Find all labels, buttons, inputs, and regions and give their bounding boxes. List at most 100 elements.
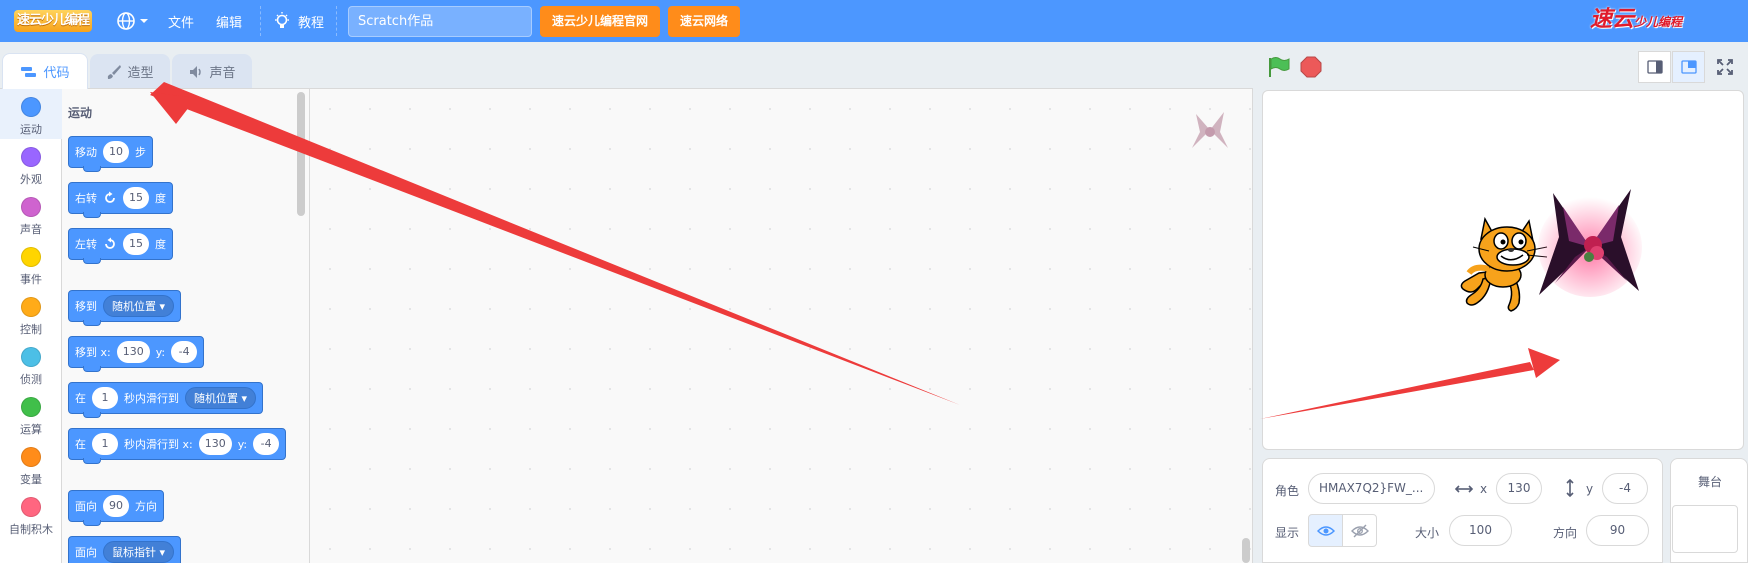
block-goto-xy[interactable]: 移到 x: 130 y: -4 [68, 336, 205, 372]
category-sound[interactable]: 声音 [0, 189, 62, 239]
block-text: 右转 [75, 192, 97, 205]
category-events[interactable]: 事件 [0, 239, 62, 289]
tab-costumes[interactable]: 造型 [90, 54, 170, 88]
edit-menu[interactable]: 编辑 [216, 0, 242, 42]
category-control[interactable]: 控制 [0, 289, 62, 339]
small-stage-button[interactable] [1638, 51, 1671, 83]
block-point-towards[interactable]: 面向 鼠标指针 ▾ [68, 536, 182, 563]
block-text: 左转 [75, 238, 97, 251]
category-sensing[interactable]: 侦测 [0, 339, 62, 389]
block-goto[interactable]: 移到 随机位置 ▾ [68, 290, 182, 326]
block-input[interactable]: 15 [123, 233, 149, 255]
category-looks[interactable]: 外观 [0, 139, 62, 189]
block-glide-xy[interactable]: 在 1 秒内滑行到 x: 130 y: -4 [68, 428, 287, 464]
project-title-input[interactable]: Scratch作品 [348, 6, 532, 37]
brush-icon [108, 64, 122, 79]
category-sensing-dot [21, 347, 41, 367]
size-input[interactable]: 100 [1449, 515, 1512, 546]
block-turn-right[interactable]: 右转 15 度 [68, 182, 173, 218]
speaker-icon [190, 65, 202, 78]
block-input-x[interactable]: 130 [198, 433, 232, 455]
butterfly-sprite[interactable] [1535, 187, 1645, 299]
category-label: 运动 [20, 123, 42, 136]
sprite-name-input[interactable]: HMAX7Q2}FW_... [1308, 473, 1435, 504]
block-text: 移到 [75, 300, 97, 313]
y-input[interactable]: -4 [1602, 473, 1648, 504]
network-button[interactable]: 速云网络 [668, 6, 740, 37]
menu-divider [260, 6, 261, 36]
editor-tabs: 代码 造型 声音 [0, 42, 260, 89]
category-looks-dot [21, 147, 41, 167]
category-variables[interactable]: 变量 [0, 439, 62, 489]
code-workspace[interactable] [310, 88, 1253, 563]
category-label: 控制 [20, 323, 42, 336]
official-site-button[interactable]: 速云少儿编程官网 [540, 6, 660, 37]
block-input-x[interactable]: 130 [116, 341, 150, 363]
category-label: 自制积木 [9, 523, 53, 536]
fullscreen-icon [1716, 59, 1733, 75]
block-input-y[interactable]: -4 [253, 433, 280, 455]
block-text: 移到 x: [75, 346, 111, 359]
tutorial-menu[interactable]: 教程 [272, 0, 324, 42]
y-label: y [1586, 482, 1594, 496]
normal-stage-icon [1680, 60, 1697, 74]
show-sprite-button[interactable] [1308, 514, 1343, 547]
category-my-blocks[interactable]: 自制积木 [0, 489, 62, 539]
block-point-direction[interactable]: 面向 90 方向 [68, 490, 164, 526]
block-input[interactable]: 1 [92, 433, 118, 455]
brand-logo: 速云少儿编程 [1590, 2, 1720, 38]
block-input[interactable]: 15 [123, 187, 149, 209]
category-motion-dot [21, 97, 41, 117]
block-text: 在 [75, 438, 86, 451]
workspace-sprite-watermark [1192, 112, 1228, 148]
globe-icon [117, 12, 135, 30]
lightbulb-icon [275, 12, 289, 28]
stage[interactable] [1262, 90, 1744, 450]
code-icon [21, 66, 37, 77]
category-motion[interactable]: 运动 [0, 89, 62, 139]
block-text: 面向 [75, 546, 97, 559]
tab-code[interactable]: 代码 [2, 53, 88, 89]
rotate-left-icon [105, 237, 115, 249]
direction-input[interactable]: 90 [1586, 515, 1649, 546]
block-turn-left[interactable]: 左转 15 度 [68, 228, 173, 264]
block-text: 秒内滑行到 [124, 392, 179, 405]
category-menu: 运动 外观 声音 事件 控制 侦测 运算 变量 自制积木 [0, 88, 62, 563]
stop-icon[interactable] [1300, 56, 1322, 78]
category-operators[interactable]: 运算 [0, 389, 62, 439]
tab-costumes-label: 造型 [127, 66, 154, 81]
block-input[interactable]: 10 [103, 141, 129, 163]
fullscreen-button[interactable] [1708, 51, 1741, 83]
block-dropdown[interactable]: 鼠标指针 ▾ [103, 541, 175, 563]
direction-label: 方向 [1553, 526, 1578, 540]
block-dropdown[interactable]: 随机位置 ▾ [103, 295, 175, 317]
tutorial-label: 教程 [298, 15, 325, 31]
block-text: 方向 [135, 500, 157, 513]
block-text: 秒内滑行到 x: [124, 438, 193, 451]
file-menu[interactable]: 文件 [168, 0, 194, 42]
category-my-blocks-dot [21, 497, 41, 517]
size-label: 大小 [1415, 526, 1440, 540]
menu-bar: 速云少儿编程 文件 编辑 教程 Scratch作品 速云少儿编程官网 速云网络 … [0, 0, 1748, 42]
block-input[interactable]: 90 [103, 495, 129, 517]
language-menu[interactable] [116, 0, 149, 42]
block-dropdown-value: 鼠标指针 [112, 546, 156, 559]
palette-scrollbar[interactable] [297, 92, 305, 216]
block-dropdown[interactable]: 随机位置 ▾ [185, 387, 257, 409]
green-flag-icon[interactable] [1266, 56, 1292, 78]
x-input[interactable]: 130 [1496, 473, 1542, 504]
stage-thumbnail[interactable] [1672, 505, 1738, 553]
tab-sounds[interactable]: 声音 [172, 54, 252, 88]
block-glide[interactable]: 在 1 秒内滑行到 随机位置 ▾ [68, 382, 264, 418]
x-position-icon [1454, 485, 1474, 493]
category-label: 外观 [20, 173, 42, 186]
category-events-dot [21, 247, 41, 267]
block-input-y[interactable]: -4 [171, 341, 198, 363]
block-move-steps[interactable]: 移动 10 步 [68, 136, 153, 172]
block-dropdown-value: 随机位置 [194, 392, 238, 405]
block-input[interactable]: 1 [92, 387, 118, 409]
hide-sprite-button[interactable] [1342, 514, 1377, 547]
workspace-scrollbar[interactable] [1242, 538, 1250, 563]
logo[interactable]: 速云少儿编程 [14, 10, 92, 32]
normal-stage-button[interactable] [1672, 51, 1705, 83]
